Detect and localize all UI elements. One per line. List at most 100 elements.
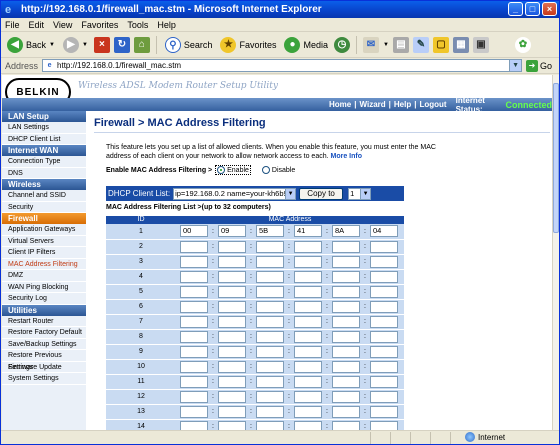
sidebar-item-virtual-servers[interactable]: Virtual Servers (2, 235, 86, 247)
close-button[interactable]: × (542, 2, 557, 16)
mac-octet-input[interactable] (218, 405, 246, 418)
mac-octet-input[interactable] (180, 375, 208, 388)
mac-octet-input[interactable] (294, 375, 322, 388)
mac-octet-input[interactable] (218, 240, 246, 253)
mail-icon[interactable]: ✉ (362, 36, 379, 53)
mac-octet-input[interactable] (256, 360, 284, 373)
mac-octet-input[interactable] (370, 240, 398, 253)
mac-octet-input[interactable] (370, 360, 398, 373)
mac-octet-input[interactable] (294, 405, 322, 418)
mac-octet-input[interactable] (370, 315, 398, 328)
go-button[interactable]: ➜ Go (526, 59, 552, 72)
scrollbar-thumb[interactable] (553, 83, 559, 233)
mac-octet-input[interactable] (294, 345, 322, 358)
mac-octet-input[interactable] (180, 345, 208, 358)
sidebar-item-connection-type[interactable]: Connection Type (2, 156, 86, 168)
mac-octet-input[interactable] (370, 405, 398, 418)
mac-octet-input[interactable] (294, 255, 322, 268)
mac-octet-input[interactable] (256, 345, 284, 358)
minimize-button[interactable]: _ (508, 2, 523, 16)
mac-octet-input[interactable] (370, 300, 398, 313)
mac-octet-input[interactable] (180, 285, 208, 298)
mac-octet-input[interactable] (294, 315, 322, 328)
copy-target-select[interactable]: 1 ▼ (348, 187, 372, 200)
mac-octet-input[interactable] (370, 390, 398, 403)
mac-octet-input[interactable] (218, 255, 246, 268)
nav-home[interactable]: Home (329, 100, 351, 109)
nav-wizard[interactable]: Wizard (359, 100, 385, 109)
mac-octet-input[interactable] (180, 300, 208, 313)
sidebar-item-firmware-update[interactable]: Firmware Update (2, 361, 86, 373)
sidebar-item-wan-ping-blocking[interactable]: WAN Ping Blocking (2, 281, 86, 293)
sidebar-item-client-ip-filters[interactable]: Client IP Filters (2, 247, 86, 259)
mac-octet-input[interactable] (180, 405, 208, 418)
sidebar-item-lan-settings[interactable]: LAN Settings (2, 122, 86, 134)
mac-octet-input[interactable] (332, 420, 360, 430)
enable-radio-option[interactable]: Enable (215, 165, 251, 175)
sidebar-item-channel-and-ssid[interactable]: Channel and SSID (2, 190, 86, 202)
mac-octet-input[interactable] (256, 405, 284, 418)
home-icon[interactable]: ⌂ (133, 36, 150, 53)
mac-octet-input[interactable]: 00 (180, 225, 208, 238)
vertical-scrollbar[interactable] (552, 75, 559, 430)
mac-octet-input[interactable] (256, 390, 284, 403)
mac-octet-input[interactable] (256, 285, 284, 298)
messenger-icon[interactable]: ▣ (472, 36, 489, 53)
mac-octet-input[interactable] (180, 420, 208, 430)
forward-dropdown-icon[interactable]: ▼ (82, 42, 88, 48)
mac-octet-input[interactable] (218, 270, 246, 283)
mac-octet-input[interactable] (332, 240, 360, 253)
sidebar-item-security-log[interactable]: Security Log (2, 293, 86, 305)
menu-tools[interactable]: Tools (127, 20, 148, 30)
mac-octet-input[interactable] (294, 330, 322, 343)
mac-octet-input[interactable] (218, 420, 246, 430)
sidebar-item-dmz[interactable]: DMZ (2, 270, 86, 282)
mac-octet-input[interactable] (294, 285, 322, 298)
mac-octet-input[interactable] (256, 420, 284, 430)
mac-octet-input[interactable] (256, 240, 284, 253)
media-button[interactable]: ● Media (282, 35, 330, 55)
mac-octet-input[interactable] (294, 270, 322, 283)
menu-help[interactable]: Help (157, 20, 176, 30)
mac-octet-input[interactable] (218, 390, 246, 403)
edit-icon[interactable]: ✎ (412, 36, 429, 53)
copy-to-button[interactable]: Copy to (299, 187, 344, 200)
mac-octet-input[interactable] (332, 375, 360, 388)
menu-file[interactable]: File (5, 20, 20, 30)
sidebar-item-save-backup-settings[interactable]: Save/Backup Settings (2, 338, 86, 350)
mac-octet-input[interactable] (332, 330, 360, 343)
back-button[interactable]: ◀ Back ▼ (5, 35, 57, 55)
address-dropdown-icon[interactable]: ▼ (509, 60, 522, 71)
dhcp-client-select[interactable]: ip=192.168.0.2 name=your-kh6b9y4etp ▼ (173, 187, 297, 200)
mac-octet-input[interactable] (332, 360, 360, 373)
mac-octet-input[interactable] (294, 360, 322, 373)
mac-octet-input[interactable] (180, 255, 208, 268)
back-dropdown-icon[interactable]: ▼ (49, 42, 55, 48)
sidebar-item-restart-router[interactable]: Restart Router (2, 315, 86, 327)
address-input[interactable]: e http://192.168.0.1/firewall_mac.stm ▼ (42, 59, 523, 72)
nav-logout[interactable]: Logout (419, 100, 446, 109)
mac-octet-input[interactable] (332, 255, 360, 268)
mac-octet-input[interactable] (180, 270, 208, 283)
mac-octet-input[interactable] (294, 240, 322, 253)
mac-octet-input[interactable] (332, 345, 360, 358)
mac-octet-input[interactable] (256, 375, 284, 388)
sidebar-item-application-gateways[interactable]: Application Gateways (2, 224, 86, 236)
mac-octet-input[interactable]: 5B (256, 225, 284, 238)
mac-octet-input[interactable] (370, 330, 398, 343)
search-button[interactable]: ⚲ Search (163, 35, 215, 55)
disable-radio-option[interactable]: Disable (261, 166, 295, 174)
mac-octet-input[interactable] (218, 300, 246, 313)
menu-view[interactable]: View (53, 20, 72, 30)
mac-octet-input[interactable] (218, 360, 246, 373)
sidebar-item-mac-address-filtering[interactable]: MAC Address Filtering (2, 258, 86, 270)
mac-octet-input[interactable] (218, 315, 246, 328)
mac-octet-input[interactable] (370, 345, 398, 358)
enable-radio[interactable] (217, 166, 226, 174)
sidebar-item-dns[interactable]: DNS (2, 167, 86, 179)
mac-octet-input[interactable] (180, 360, 208, 373)
mac-octet-input[interactable]: 09 (218, 225, 246, 238)
mac-octet-input[interactable] (180, 240, 208, 253)
mac-octet-input[interactable] (370, 255, 398, 268)
sidebar-item-system-settings[interactable]: System Settings (2, 373, 86, 385)
